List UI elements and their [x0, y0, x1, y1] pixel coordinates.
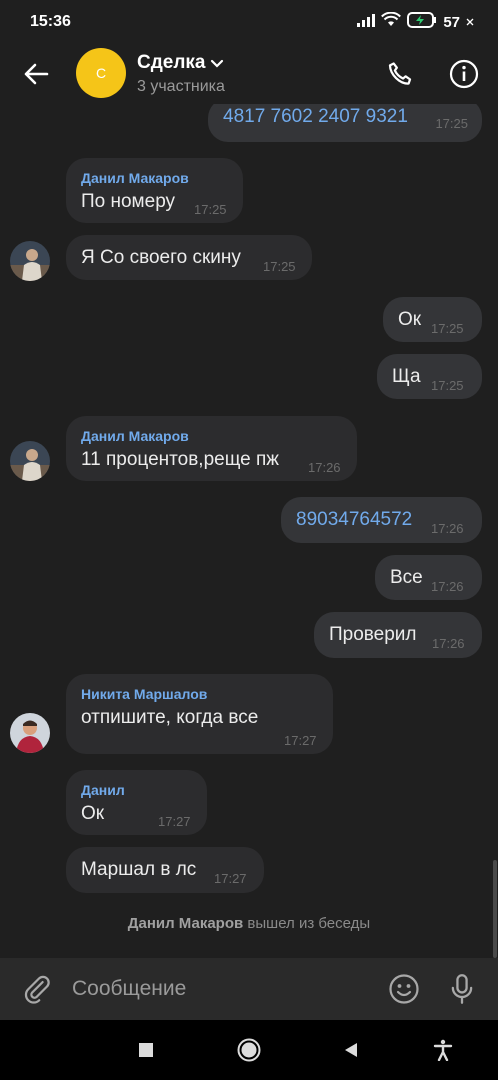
message-time: 17:27: [214, 871, 247, 886]
message-text[interactable]: 89034764572: [296, 509, 412, 531]
message-bubble[interactable]: 89034764572 17:26: [281, 497, 482, 543]
status-icons: 57: [357, 11, 474, 33]
message-time: 17:25: [431, 321, 464, 336]
chat-header: С Сделка 3 участника: [0, 44, 498, 104]
user-photo-icon: [10, 441, 50, 481]
message-time: 17:27: [284, 733, 317, 748]
message-bubble[interactable]: 4817 7602 2407 9321 17:25: [208, 104, 482, 142]
avatar[interactable]: [10, 241, 50, 281]
message-time: 17:25: [435, 116, 468, 131]
message-time: 17:26: [431, 579, 464, 594]
battery-charging-icon: [407, 11, 437, 33]
message-text: отпишите, когда все: [81, 707, 259, 728]
message-time: 17:27: [158, 814, 191, 829]
message-sender: Данил: [81, 782, 125, 798]
message-text: Ок: [81, 803, 105, 824]
chat-title-row: Сделка: [137, 52, 225, 74]
message-text: Проверил: [329, 624, 417, 645]
message-text: Маршал в лс: [81, 859, 197, 880]
call-button[interactable]: [380, 54, 420, 94]
home-circle-icon: [237, 1038, 261, 1062]
triangle-back-icon: [345, 1043, 357, 1057]
chevron-down-icon: [210, 59, 223, 68]
message-bubble[interactable]: Данил Макаров По номеру 17:25: [66, 158, 243, 223]
back-nav-button[interactable]: [336, 1035, 366, 1065]
chat-subtitle: 3 участника: [137, 78, 225, 95]
accessibility-icon: [433, 1039, 453, 1061]
info-icon: [449, 59, 479, 89]
chat-title: Сделка: [137, 52, 206, 73]
avatar[interactable]: [10, 441, 50, 481]
message-text: Ок: [398, 309, 422, 330]
system-message: Данил Макаров вышел из беседы: [0, 915, 498, 932]
chat-title-block[interactable]: Сделка 3 участника: [137, 52, 225, 96]
square-icon: [139, 1043, 153, 1057]
message-text: Все: [390, 567, 423, 588]
system-message-action: вышел из беседы: [247, 915, 371, 932]
message-text: По номеру: [81, 191, 176, 212]
recents-button[interactable]: [131, 1035, 161, 1065]
user-photo-icon: [10, 241, 50, 281]
signal-icon: [357, 13, 376, 32]
wifi-icon: [381, 11, 402, 32]
message-time: 17:25: [194, 202, 227, 217]
system-navigation-bar: [0, 1020, 498, 1080]
message-time: 17:25: [431, 378, 464, 393]
message-sender: Данил Макаров: [81, 428, 189, 444]
attach-button[interactable]: [20, 972, 54, 1006]
info-button[interactable]: [444, 54, 484, 94]
home-button[interactable]: [234, 1035, 264, 1065]
message-time: 17:25: [263, 259, 296, 274]
message-time: 17:26: [308, 460, 341, 475]
voice-message-button[interactable]: [444, 971, 480, 1007]
message-text[interactable]: 4817 7602 2407 9321: [223, 106, 408, 128]
paperclip-icon: [24, 975, 50, 1004]
smiley-icon: [389, 974, 419, 1004]
message-time: 17:26: [431, 521, 464, 536]
message-list[interactable]: 4817 7602 2407 9321 17:25 Данил Макаров …: [0, 104, 498, 958]
message-bubble[interactable]: Никита Маршалов отпишите, когда все 17:2…: [66, 674, 333, 754]
message-bubble[interactable]: Данил Ок 17:27: [66, 770, 207, 835]
message-sender: Данил Макаров: [81, 170, 189, 186]
message-bubble[interactable]: Проверил 17:26: [314, 612, 482, 658]
user-photo-icon: [10, 713, 50, 753]
close-x-icon: [466, 13, 474, 31]
message-bubble[interactable]: Все 17:26: [375, 555, 482, 600]
status-time: 15:36: [30, 13, 71, 30]
message-text: Я Со своего скину: [81, 247, 241, 268]
battery-level: 57: [443, 13, 460, 31]
message-input[interactable]: [72, 973, 372, 1005]
message-time: 17:26: [432, 636, 465, 651]
system-message-name[interactable]: Данил Макаров: [128, 915, 243, 932]
chat-avatar[interactable]: С: [76, 48, 126, 98]
message-text: Ща: [392, 366, 421, 387]
message-text: 11 процентов,реще пж: [81, 449, 279, 470]
back-button[interactable]: [18, 56, 54, 92]
accessibility-button[interactable]: [428, 1035, 458, 1065]
emoji-button[interactable]: [386, 971, 422, 1007]
message-composer: [0, 958, 498, 1020]
arrow-left-icon: [24, 63, 49, 85]
avatar[interactable]: [10, 713, 50, 753]
message-bubble[interactable]: Ща 17:25: [377, 354, 482, 399]
message-bubble[interactable]: Я Со своего скину 17:25: [66, 235, 312, 280]
message-bubble[interactable]: Маршал в лс 17:27: [66, 847, 264, 893]
phone-icon: [388, 62, 412, 85]
scrollbar[interactable]: [493, 860, 497, 958]
message-sender: Никита Маршалов: [81, 686, 208, 702]
status-bar: 15:36 57: [0, 0, 498, 44]
message-bubble[interactable]: Ок 17:25: [383, 297, 482, 342]
message-bubble[interactable]: Данил Макаров 11 процентов,реще пж 17:26: [66, 416, 357, 481]
microphone-icon: [451, 974, 473, 1004]
